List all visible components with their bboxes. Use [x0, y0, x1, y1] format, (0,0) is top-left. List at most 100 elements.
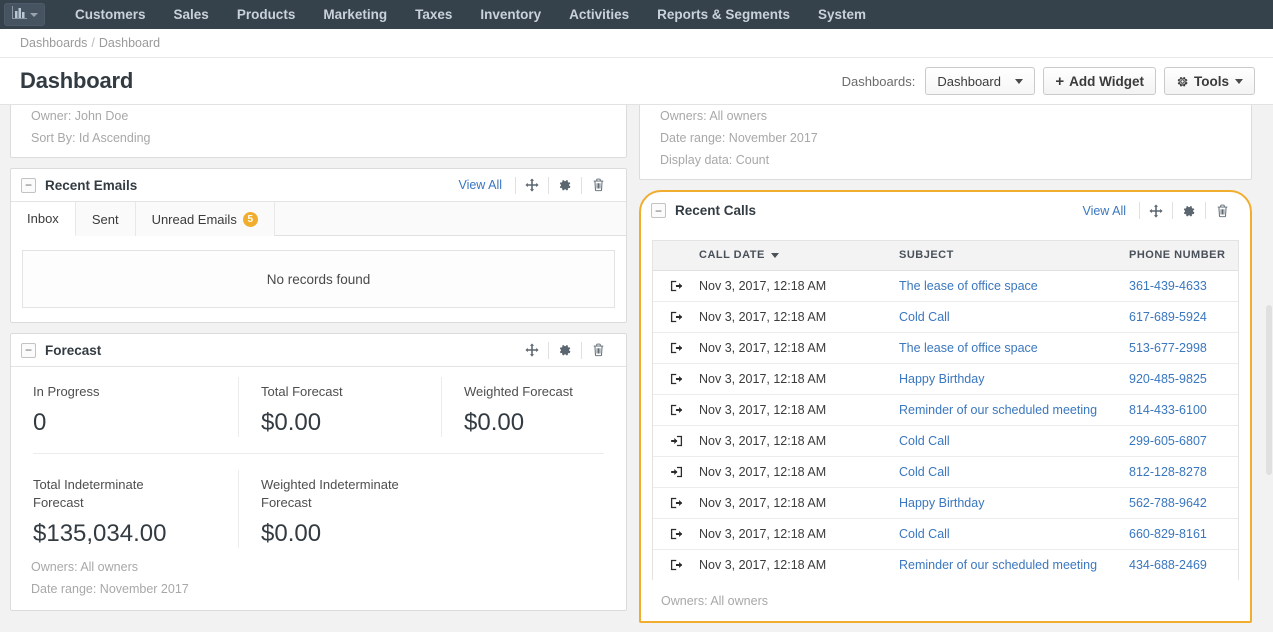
- incoming-call-icon: [653, 456, 699, 488]
- table-row[interactable]: Nov 3, 2017, 12:18 AM The lease of office…: [653, 270, 1238, 302]
- trash-icon[interactable]: [582, 178, 614, 192]
- nav-item-inventory[interactable]: Inventory: [466, 0, 555, 29]
- scrollbar-thumb[interactable]: [1266, 305, 1272, 475]
- outgoing-call-icon: [653, 363, 699, 395]
- metric-value: $0.00: [261, 520, 322, 547]
- subject-link[interactable]: Reminder of our scheduled meeting: [899, 558, 1097, 572]
- nav-item-system[interactable]: System: [804, 0, 880, 29]
- cell-call-date: Nov 3, 2017, 12:18 AM: [699, 270, 899, 302]
- nav-item-marketing[interactable]: Marketing: [309, 0, 401, 29]
- gear-icon[interactable]: [1173, 204, 1205, 218]
- subject-link[interactable]: Reminder of our scheduled meeting: [899, 403, 1097, 417]
- move-icon[interactable]: [1140, 203, 1172, 218]
- main-navigation-bar: Customers Sales Products Marketing Taxes…: [0, 0, 1273, 29]
- gear-icon: [1176, 75, 1189, 88]
- nav-item-sales[interactable]: Sales: [160, 0, 223, 29]
- vertical-scrollbar[interactable]: [1265, 105, 1273, 632]
- subject-link[interactable]: Happy Birthday: [899, 372, 984, 386]
- widget-recent-calls: − Recent Calls View All CALL DATE SUBJEC…: [639, 190, 1252, 623]
- cell-call-date: Nov 3, 2017, 12:18 AM: [699, 518, 899, 550]
- subject-link[interactable]: Cold Call: [899, 310, 950, 324]
- table-row[interactable]: Nov 3, 2017, 12:18 AM Cold Call 617-689-59…: [653, 301, 1238, 333]
- forecast-row-indeterminate: Total Indeterminate Forecast $135,034.00…: [33, 454, 604, 548]
- metric-label: In Progress: [33, 384, 100, 399]
- table-row[interactable]: Nov 3, 2017, 12:18 AM Cold Call 812-128-82…: [653, 456, 1238, 488]
- move-icon[interactable]: [516, 178, 548, 192]
- tab-sent[interactable]: Sent: [75, 202, 136, 236]
- table-row[interactable]: Nov 3, 2017, 12:18 AM Cold Call 660-829-81…: [653, 518, 1238, 550]
- cell-subject: Happy Birthday: [899, 487, 1129, 519]
- table-row[interactable]: Nov 3, 2017, 12:18 AM Happy Birthday 920-4…: [653, 363, 1238, 395]
- subject-link[interactable]: The lease of office space: [899, 279, 1038, 293]
- cell-phone-number: 299-605-6807: [1129, 425, 1238, 457]
- cell-phone-number: 814-433-6100: [1129, 394, 1238, 426]
- widget-clipped-left-meta: Owner: John Doe Sort By: Id Ascending: [11, 105, 626, 157]
- tab-unread-emails[interactable]: Unread Emails 5: [135, 202, 275, 236]
- view-all-link[interactable]: View All: [1082, 204, 1126, 218]
- phone-number-link[interactable]: 812-128-8278: [1129, 465, 1207, 479]
- nav-item-reports-segments[interactable]: Reports & Segments: [643, 0, 804, 29]
- meta-sort-by: Sort By: Id Ascending: [31, 131, 151, 145]
- phone-number-link[interactable]: 920-485-9825: [1129, 372, 1207, 386]
- nav-item-activities[interactable]: Activities: [555, 0, 643, 29]
- table-row[interactable]: Nov 3, 2017, 12:18 AM Cold Call 299-605-68…: [653, 425, 1238, 457]
- table-row[interactable]: Nov 3, 2017, 12:18 AM Happy Birthday 562-7…: [653, 487, 1238, 519]
- email-tabs: Inbox Sent Unread Emails 5: [11, 202, 626, 236]
- view-all-link[interactable]: View All: [458, 178, 502, 192]
- table-row[interactable]: Nov 3, 2017, 12:18 AM The lease of office…: [653, 332, 1238, 364]
- phone-number-link[interactable]: 660-829-8161: [1129, 527, 1207, 541]
- collapse-toggle[interactable]: −: [21, 177, 36, 193]
- phone-number-link[interactable]: 434-688-2469: [1129, 558, 1207, 572]
- meta-owners: Owners: All owners: [661, 594, 768, 608]
- subject-link[interactable]: Cold Call: [899, 434, 950, 448]
- cell-phone-number: 562-788-9642: [1129, 487, 1238, 519]
- nav-item-taxes[interactable]: Taxes: [401, 0, 466, 29]
- subject-link[interactable]: Cold Call: [899, 465, 950, 479]
- forecast-row-primary: In Progress 0 Total Forecast $0.00 Weigh…: [33, 377, 604, 454]
- cell-subject: Cold Call: [899, 301, 1129, 333]
- collapse-toggle[interactable]: −: [651, 203, 666, 218]
- trash-icon[interactable]: [582, 343, 614, 357]
- add-widget-button[interactable]: + Add Widget: [1043, 67, 1156, 95]
- cell-call-date: Nov 3, 2017, 12:18 AM: [699, 557, 827, 572]
- widget-title: Recent Emails: [45, 177, 138, 193]
- phone-number-link[interactable]: 562-788-9642: [1129, 496, 1207, 510]
- phone-number-link[interactable]: 617-689-5924: [1129, 310, 1207, 324]
- app-logo-button[interactable]: [4, 3, 45, 26]
- phone-number-link[interactable]: 814-433-6100: [1129, 403, 1207, 417]
- nav-item-products[interactable]: Products: [223, 0, 310, 29]
- phone-number-link[interactable]: 299-605-6807: [1129, 434, 1207, 448]
- table-row[interactable]: Nov 3, 2017, 12:18 AM Reminder of our sch…: [653, 394, 1238, 426]
- nav-item-customers[interactable]: Customers: [61, 0, 160, 29]
- trash-icon[interactable]: [1206, 204, 1238, 218]
- calls-table-body: Nov 3, 2017, 12:18 AM The lease of office…: [653, 270, 1238, 580]
- outgoing-call-icon: [653, 487, 699, 519]
- phone-number-link[interactable]: 361-439-4633: [1129, 279, 1207, 293]
- outgoing-call-icon: [653, 270, 699, 302]
- forecast-metric-in-progress: In Progress 0: [33, 377, 238, 437]
- gear-icon[interactable]: [549, 178, 581, 192]
- cell-phone-number: 513-677-2998: [1129, 332, 1238, 364]
- tab-inbox[interactable]: Inbox: [11, 202, 76, 236]
- widget-clipped-top-left: Owner: John Doe Sort By: Id Ascending: [10, 105, 627, 158]
- cell-subject: Cold Call: [899, 425, 1129, 457]
- forecast-metric-total-indeterminate: Total Indeterminate Forecast $135,034.00: [33, 470, 238, 548]
- subject-link[interactable]: The lease of office space: [899, 341, 1038, 355]
- table-row[interactable]: Nov 3, 2017, 12:18 AM Reminder of our sch…: [653, 549, 1238, 580]
- phone-number-link[interactable]: 513-677-2998: [1129, 341, 1207, 355]
- breadcrumb-link-dashboards[interactable]: Dashboards: [20, 36, 87, 50]
- subject-link[interactable]: Cold Call: [899, 527, 950, 541]
- gear-icon[interactable]: [549, 343, 581, 357]
- widget-toolbar: [516, 341, 614, 359]
- dashboard-column-left: Owner: John Doe Sort By: Id Ascending − …: [0, 105, 636, 632]
- column-header-phone-number[interactable]: PHONE NUMBER: [1129, 241, 1238, 271]
- dashboard-board: Owner: John Doe Sort By: Id Ascending − …: [0, 105, 1273, 632]
- tools-button[interactable]: Tools: [1164, 67, 1255, 95]
- move-icon[interactable]: [516, 343, 548, 357]
- breadcrumb: Dashboards / Dashboard: [20, 36, 160, 50]
- dashboard-select[interactable]: Dashboard: [925, 67, 1036, 95]
- collapse-toggle[interactable]: −: [21, 342, 36, 358]
- column-header-call-date[interactable]: CALL DATE: [699, 241, 899, 271]
- column-header-subject[interactable]: SUBJECT: [899, 241, 1129, 271]
- subject-link[interactable]: Happy Birthday: [899, 496, 984, 510]
